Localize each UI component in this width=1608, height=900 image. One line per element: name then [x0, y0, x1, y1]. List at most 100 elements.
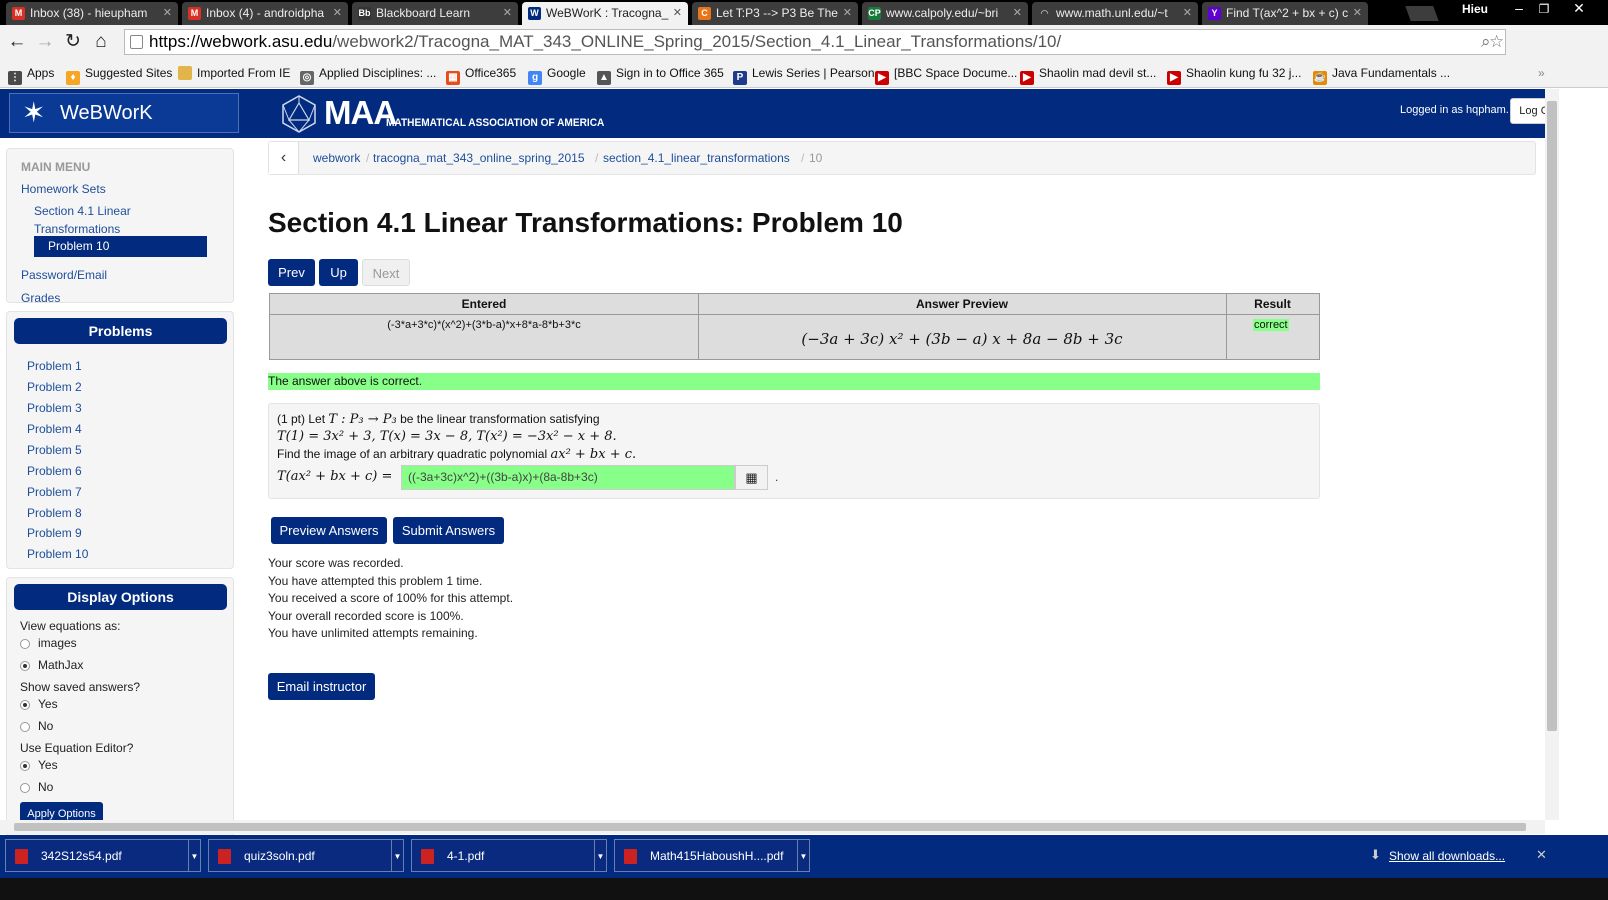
bookmark-item[interactable]: ▦ Office365 — [446, 66, 516, 85]
bookmark-label: Suggested Sites — [85, 66, 173, 80]
close-window-icon[interactable]: ✕ — [1565, 0, 1593, 17]
reload-icon[interactable]: ↻ — [60, 29, 86, 55]
email-instructor-button[interactable]: Email instructor — [268, 673, 375, 700]
preview-answers-button[interactable]: Preview Answers — [271, 517, 387, 544]
problem-link[interactable]: Problem 6 — [27, 464, 82, 478]
address-bar[interactable]: https://webwork.asu.edu/webwork2/Tracogn… — [124, 29, 1506, 55]
bookmark-item[interactable]: ▶ Shaolin mad devil st... — [1020, 66, 1156, 85]
problem-link[interactable]: Problem 10 — [27, 547, 88, 561]
bookmark-item[interactable]: P Lewis Series | Pearson — [733, 66, 875, 85]
chevron-down-icon[interactable]: ▼ — [594, 840, 606, 871]
vertical-scrollbar[interactable] — [1545, 89, 1559, 820]
close-icon[interactable]: ✕ — [673, 2, 682, 24]
breadcrumb-item[interactable]: tracogna_mat_343_online_spring_2015 — [373, 151, 585, 165]
chevron-down-icon[interactable]: ▼ — [797, 840, 809, 871]
problem-link[interactable]: Problem 4 — [27, 422, 82, 436]
browser-tab[interactable]: C Let T:P3 --> P3 Be The ✕ — [692, 2, 858, 25]
radio-mathjax[interactable] — [20, 661, 30, 671]
prev-button[interactable]: Prev — [268, 259, 315, 286]
radio-editor-yes[interactable] — [20, 761, 30, 771]
radio-editor-no[interactable] — [20, 783, 30, 793]
browser-tab[interactable]: CP www.calpoly.edu/~bri ✕ — [862, 2, 1028, 25]
minimize-icon[interactable]: – — [1505, 0, 1533, 16]
bookmark-label: Lewis Series | Pearson — [752, 66, 875, 80]
restore-icon[interactable]: ❐ — [1530, 2, 1558, 16]
horizontal-scrollbar[interactable] — [0, 820, 1545, 834]
app-name: WeBWorK — [60, 102, 153, 124]
view-equations-label: View equations as: — [20, 619, 121, 633]
bookmark-item[interactable]: g Google — [528, 66, 586, 85]
download-item[interactable]: 342S12s54.pdf ▼ — [5, 839, 201, 872]
bookmark-item[interactable]: ▶ Shaolin kung fu 32 j... — [1167, 66, 1301, 85]
forward-icon[interactable]: → — [32, 29, 58, 55]
homework-sets-link[interactable]: Homework Sets — [21, 182, 106, 196]
pdf-icon — [15, 849, 28, 864]
new-tab-button[interactable] — [1405, 6, 1439, 21]
profile-name[interactable]: Hieu — [1462, 2, 1488, 16]
problem-link[interactable]: Problem 8 — [27, 506, 82, 520]
webwork-logo[interactable]: ✶ WeBWorK — [9, 93, 239, 133]
submit-answers-button[interactable]: Submit Answers — [393, 517, 504, 544]
problems-panel: Problems Problem 1 Problem 2 Problem 3 P… — [6, 311, 234, 569]
home-icon[interactable]: ⌂ — [88, 29, 114, 55]
more-bookmarks-icon[interactable]: » — [1538, 66, 1545, 80]
close-icon[interactable]: ✕ — [1013, 2, 1022, 24]
close-icon[interactable]: ✕ — [843, 2, 852, 24]
chevron-down-icon[interactable]: ▼ — [391, 840, 403, 871]
breadcrumb-item[interactable]: webwork — [313, 151, 360, 165]
browser-tab[interactable]: Bb Blackboard Learn ✕ — [352, 2, 518, 25]
bookmark-folder[interactable]: Imported From IE — [178, 66, 290, 80]
scrollbar-thumb[interactable] — [14, 823, 1526, 831]
problem-link[interactable]: Problem 2 — [27, 380, 82, 394]
problem-link[interactable]: Problem 3 — [27, 401, 82, 415]
download-item[interactable]: 4-1.pdf ▼ — [411, 839, 607, 872]
bookmark-item[interactable]: ♦ Suggested Sites — [66, 66, 172, 85]
close-icon[interactable]: ✕ — [1536, 847, 1547, 863]
problem-link[interactable]: Problem 9 — [27, 526, 82, 540]
show-all-downloads-link[interactable]: Show all downloads... — [1389, 849, 1505, 863]
bookmark-item[interactable]: ☕ Java Fundamentals ... — [1313, 66, 1450, 85]
bookmark-item[interactable]: ▶ [BBC Space Docume... — [875, 66, 1017, 85]
section-link[interactable]: Section 4.1 Linear — [34, 204, 131, 218]
back-icon[interactable]: ← — [4, 29, 30, 55]
download-item[interactable]: Math415HaboushH....pdf ▼ — [614, 839, 810, 872]
close-icon[interactable]: ✕ — [503, 2, 512, 24]
close-icon[interactable]: ✕ — [1183, 2, 1192, 24]
answer-input[interactable]: ((-3a+3c)x^2)+((3b-a)x)+(8a-8b+3c) — [401, 465, 735, 490]
back-chevron-icon[interactable]: ‹ — [269, 142, 299, 174]
chevron-down-icon[interactable]: ▼ — [188, 840, 200, 871]
chegg-icon: C — [698, 7, 711, 20]
browser-tab-active[interactable]: W WeBWorK : Tracogna_ ✕ — [522, 2, 688, 25]
up-button[interactable]: Up — [319, 259, 358, 286]
close-icon[interactable]: ✕ — [163, 2, 172, 24]
bookmark-item[interactable]: ▲ Sign in to Office 365 — [597, 66, 724, 85]
radio-show-saved-yes[interactable] — [20, 700, 30, 710]
scrollbar-thumb[interactable] — [1547, 101, 1557, 731]
grid-icon[interactable]: ▦ — [735, 465, 768, 490]
section-link-line2[interactable]: Transformations — [34, 222, 120, 236]
math-expression: T : P₃ → P₃ — [328, 412, 397, 427]
download-item[interactable]: quiz3soln.pdf ▼ — [208, 839, 404, 872]
radio-label: Yes — [38, 758, 58, 772]
bookmark-item[interactable]: ◎ Applied Disciplines: ... — [300, 66, 436, 85]
radio-show-saved-no[interactable] — [20, 722, 30, 732]
breadcrumb-item[interactable]: section_4.1_linear_transformations — [603, 151, 790, 165]
browser-tab[interactable]: M Inbox (38) - hieupham ✕ — [6, 2, 178, 25]
star-icon[interactable]: ☆ — [1489, 30, 1504, 54]
site-banner: ✶ WeBWorK MAA MATHEMATICAL ASSOCIATION O… — [0, 89, 1590, 138]
grades-link[interactable]: Grades — [21, 291, 60, 305]
radio-images[interactable] — [20, 639, 30, 649]
close-icon[interactable]: ✕ — [333, 2, 342, 24]
browser-tab[interactable]: ◠ www.math.unl.edu/~t ✕ — [1032, 2, 1198, 25]
problem-link[interactable]: Problem 5 — [27, 443, 82, 457]
password-email-link[interactable]: Password/Email — [21, 268, 107, 282]
browser-tab[interactable]: M Inbox (4) - androidpha ✕ — [182, 2, 348, 25]
score-line: You received a score of 100% for this at… — [268, 591, 514, 605]
tab-label: Let T:P3 --> P3 Be The — [716, 6, 838, 20]
bookmark-apps[interactable]: ⋮ Apps — [8, 66, 54, 85]
active-problem-item[interactable]: Problem 10 — [34, 236, 207, 257]
close-icon[interactable]: ✕ — [1353, 2, 1362, 24]
problem-link[interactable]: Problem 1 — [27, 359, 82, 373]
browser-tab[interactable]: Y Find T(ax^2 + bx + c) c ✕ — [1202, 2, 1368, 25]
problem-link[interactable]: Problem 7 — [27, 485, 82, 499]
